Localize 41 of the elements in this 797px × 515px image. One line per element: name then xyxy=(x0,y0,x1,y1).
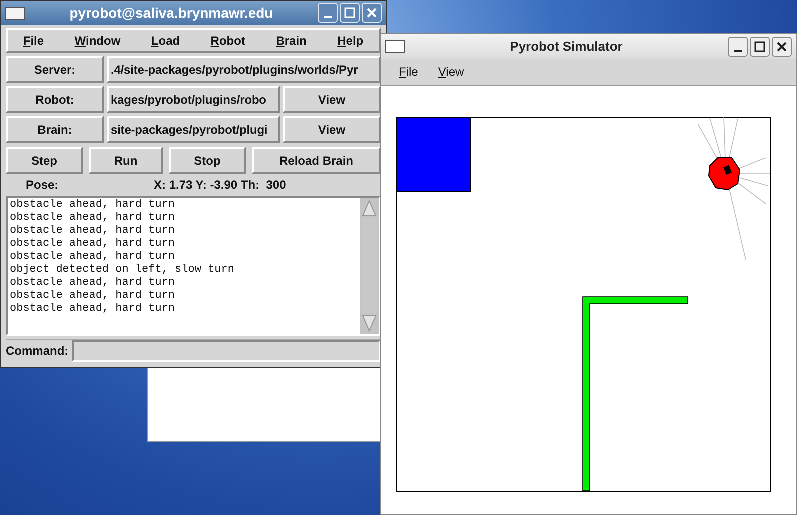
command-field[interactable] xyxy=(72,340,381,362)
window-title: Pyrobot Simulator xyxy=(509,39,624,54)
label-button[interactable]: Brain: xyxy=(6,116,104,143)
menu-item[interactable]: File xyxy=(399,65,418,79)
view-button[interactable]: View xyxy=(283,86,381,113)
pose-value: X: 1.73 Y: -3.90 Th: 300 xyxy=(154,178,286,192)
scrollbar[interactable] xyxy=(360,198,379,334)
control-button[interactable]: Run xyxy=(89,147,163,174)
command-label: Command: xyxy=(6,344,69,358)
menu-item[interactable]: File xyxy=(23,34,44,48)
path-field[interactable]: .4/site-packages/pyrobot/plugins/worlds/Pyr xyxy=(107,56,381,83)
log-line: obstacle ahead, hard turn xyxy=(10,199,176,212)
log-line: obstacle ahead, hard turn xyxy=(10,277,176,290)
log-line: obstacle ahead, hard turn xyxy=(10,251,176,264)
control-button[interactable]: Reload Brain xyxy=(252,147,381,174)
window-menu-icon[interactable] xyxy=(385,40,405,53)
menu-item[interactable]: Brain xyxy=(276,34,307,48)
log-line: obstacle ahead, hard turn xyxy=(10,212,176,225)
menu-item[interactable]: Load xyxy=(151,34,180,48)
control-button[interactable]: Stop xyxy=(169,147,246,174)
log-line: obstacle ahead, hard turn xyxy=(10,238,176,251)
log-line: obstacle ahead, hard turn xyxy=(10,303,176,316)
window-menu-icon[interactable] xyxy=(5,6,25,20)
minimize-icon[interactable] xyxy=(728,36,748,56)
path-field[interactable]: site-packages/pyrobot/plugi xyxy=(107,116,280,143)
pose-label: Pose: xyxy=(25,178,60,192)
log-line: object detected on left, slow turn xyxy=(10,264,236,277)
view-button[interactable]: View xyxy=(283,116,381,143)
menu-item[interactable]: View xyxy=(438,65,464,79)
menu-item[interactable]: Window xyxy=(74,34,121,48)
log-line: obstacle ahead, hard turn xyxy=(10,225,176,238)
control-button[interactable]: Step xyxy=(6,147,83,174)
window-title: pyrobot@saliva.brynmawr.edu xyxy=(68,5,274,21)
label-button[interactable]: Robot: xyxy=(6,86,104,113)
label-button[interactable]: Server: xyxy=(6,56,104,83)
log-line: obstacle ahead, hard turn xyxy=(10,290,176,303)
menu-item[interactable]: Help xyxy=(338,34,364,48)
maximize-icon[interactable] xyxy=(750,36,770,56)
menu-item[interactable]: Robot xyxy=(210,34,246,48)
path-field[interactable]: kages/pyrobot/plugins/robo xyxy=(107,86,280,113)
close-icon[interactable] xyxy=(772,36,792,56)
